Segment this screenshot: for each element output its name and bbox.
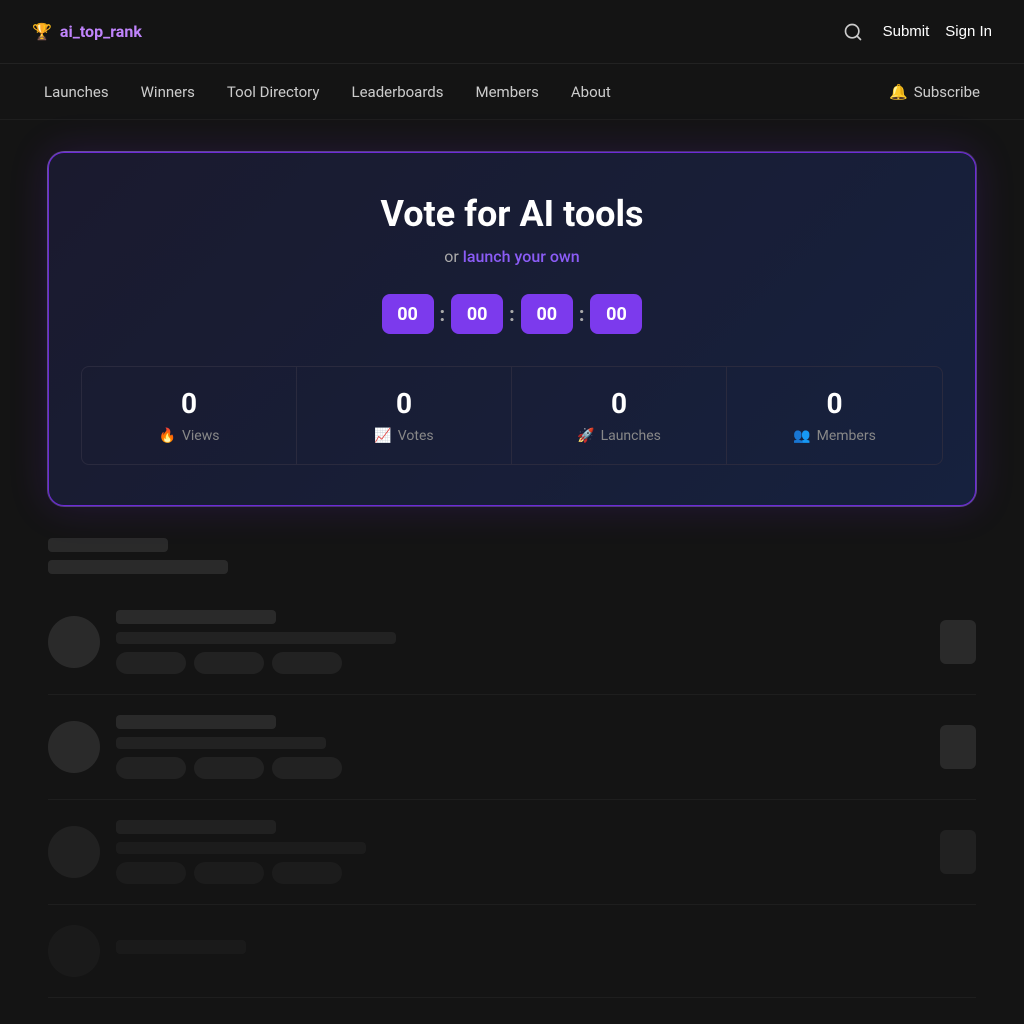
timer-sep-1: : — [440, 302, 446, 326]
stat-views: 0 🔥 Views — [82, 367, 297, 464]
trending-icon: 📈 — [374, 428, 391, 444]
item-avatar — [48, 721, 100, 773]
stat-votes-number: 0 — [396, 387, 412, 420]
logo-icon: 🏆 — [32, 22, 52, 41]
search-button[interactable] — [839, 18, 867, 46]
nav-item-subscribe[interactable]: 🔔 Subscribe — [877, 75, 992, 109]
logo[interactable]: 🏆 ai_top_rank — [32, 22, 142, 41]
nav-item-tool-directory[interactable]: Tool Directory — [215, 75, 332, 109]
stat-members-label: 👥 Members — [793, 428, 876, 444]
members-icon: 👥 — [793, 428, 810, 444]
stat-views-label: 🔥 Views — [159, 428, 220, 444]
item-title-skeleton — [116, 940, 246, 954]
hero-section: Vote for AI tools or launch your own 00 … — [0, 120, 1024, 538]
bell-icon: 🔔 — [889, 83, 908, 101]
item-desc-skeleton — [116, 842, 366, 854]
timer-seconds: 00 — [521, 294, 573, 334]
tag-skeleton — [116, 652, 186, 674]
tag-skeleton — [116, 757, 186, 779]
list-item[interactable] — [48, 800, 976, 905]
item-title-skeleton — [116, 820, 276, 834]
launch-link[interactable]: launch your own — [463, 247, 580, 266]
brand-name: ai_top_rank — [60, 22, 142, 41]
item-vote-button[interactable] — [940, 725, 976, 769]
item-vote-button[interactable] — [940, 620, 976, 664]
stat-members-number: 0 — [826, 387, 842, 420]
launch-icon: 🚀 — [577, 428, 594, 444]
item-title-skeleton — [116, 715, 276, 729]
nav-item-launches[interactable]: Launches — [32, 75, 121, 109]
timer-sep-2: : — [509, 302, 515, 326]
tool-list-section — [0, 538, 1024, 998]
timer-hours: 00 — [382, 294, 434, 334]
item-avatar — [48, 826, 100, 878]
tag-skeleton — [272, 757, 342, 779]
tag-skeleton — [272, 652, 342, 674]
timer-ms: 00 — [590, 294, 642, 334]
list-header-skeleton-2 — [48, 560, 228, 574]
tag-skeleton — [194, 862, 264, 884]
item-avatar — [48, 925, 100, 977]
item-content — [116, 940, 976, 962]
tag-skeleton — [194, 652, 264, 674]
header: 🏆 ai_top_rank Submit Sign In — [0, 0, 1024, 64]
stat-launches-number: 0 — [611, 387, 627, 420]
stat-votes-label: 📈 Votes — [374, 428, 433, 444]
main-nav: Launches Winners Tool Directory Leaderbo… — [0, 64, 1024, 120]
item-avatar — [48, 616, 100, 668]
hero-subtitle: or launch your own — [81, 247, 943, 266]
item-vote-button[interactable] — [940, 830, 976, 874]
list-item[interactable] — [48, 590, 976, 695]
list-header-skeleton-1 — [48, 538, 168, 552]
item-tags — [116, 862, 924, 884]
item-desc-skeleton — [116, 632, 396, 644]
timer-minutes: 00 — [451, 294, 503, 334]
submit-button[interactable]: Submit — [883, 23, 930, 40]
nav-item-winners[interactable]: Winners — [129, 75, 207, 109]
stats-grid: 0 🔥 Views 0 📈 Votes 0 🚀 Launches — [81, 366, 943, 465]
item-tags — [116, 757, 924, 779]
timer-sep-3: : — [579, 302, 585, 326]
signin-button[interactable]: Sign In — [945, 23, 992, 40]
item-tags — [116, 652, 924, 674]
list-item[interactable] — [48, 695, 976, 800]
hero-card: Vote for AI tools or launch your own 00 … — [48, 152, 976, 506]
tag-skeleton — [116, 862, 186, 884]
fire-icon: 🔥 — [159, 428, 176, 444]
tag-skeleton — [272, 862, 342, 884]
stat-members: 0 👥 Members — [727, 367, 942, 464]
nav-item-members[interactable]: Members — [463, 75, 550, 109]
tag-skeleton — [194, 757, 264, 779]
header-actions: Submit Sign In — [839, 18, 992, 46]
stat-views-number: 0 — [181, 387, 197, 420]
stat-launches: 0 🚀 Launches — [512, 367, 727, 464]
nav-item-leaderboards[interactable]: Leaderboards — [340, 75, 456, 109]
hero-title: Vote for AI tools — [81, 193, 943, 235]
countdown-timer: 00 : 00 : 00 : 00 — [81, 294, 943, 334]
item-content — [116, 820, 924, 884]
subtitle-prefix: or — [444, 247, 463, 266]
item-content — [116, 610, 924, 674]
nav-item-about[interactable]: About — [559, 75, 623, 109]
stat-launches-label: 🚀 Launches — [577, 428, 661, 444]
list-header — [48, 538, 976, 574]
search-icon — [843, 22, 863, 42]
item-content — [116, 715, 924, 779]
stat-votes: 0 📈 Votes — [297, 367, 512, 464]
item-title-skeleton — [116, 610, 276, 624]
list-item[interactable] — [48, 905, 976, 998]
item-desc-skeleton — [116, 737, 326, 749]
